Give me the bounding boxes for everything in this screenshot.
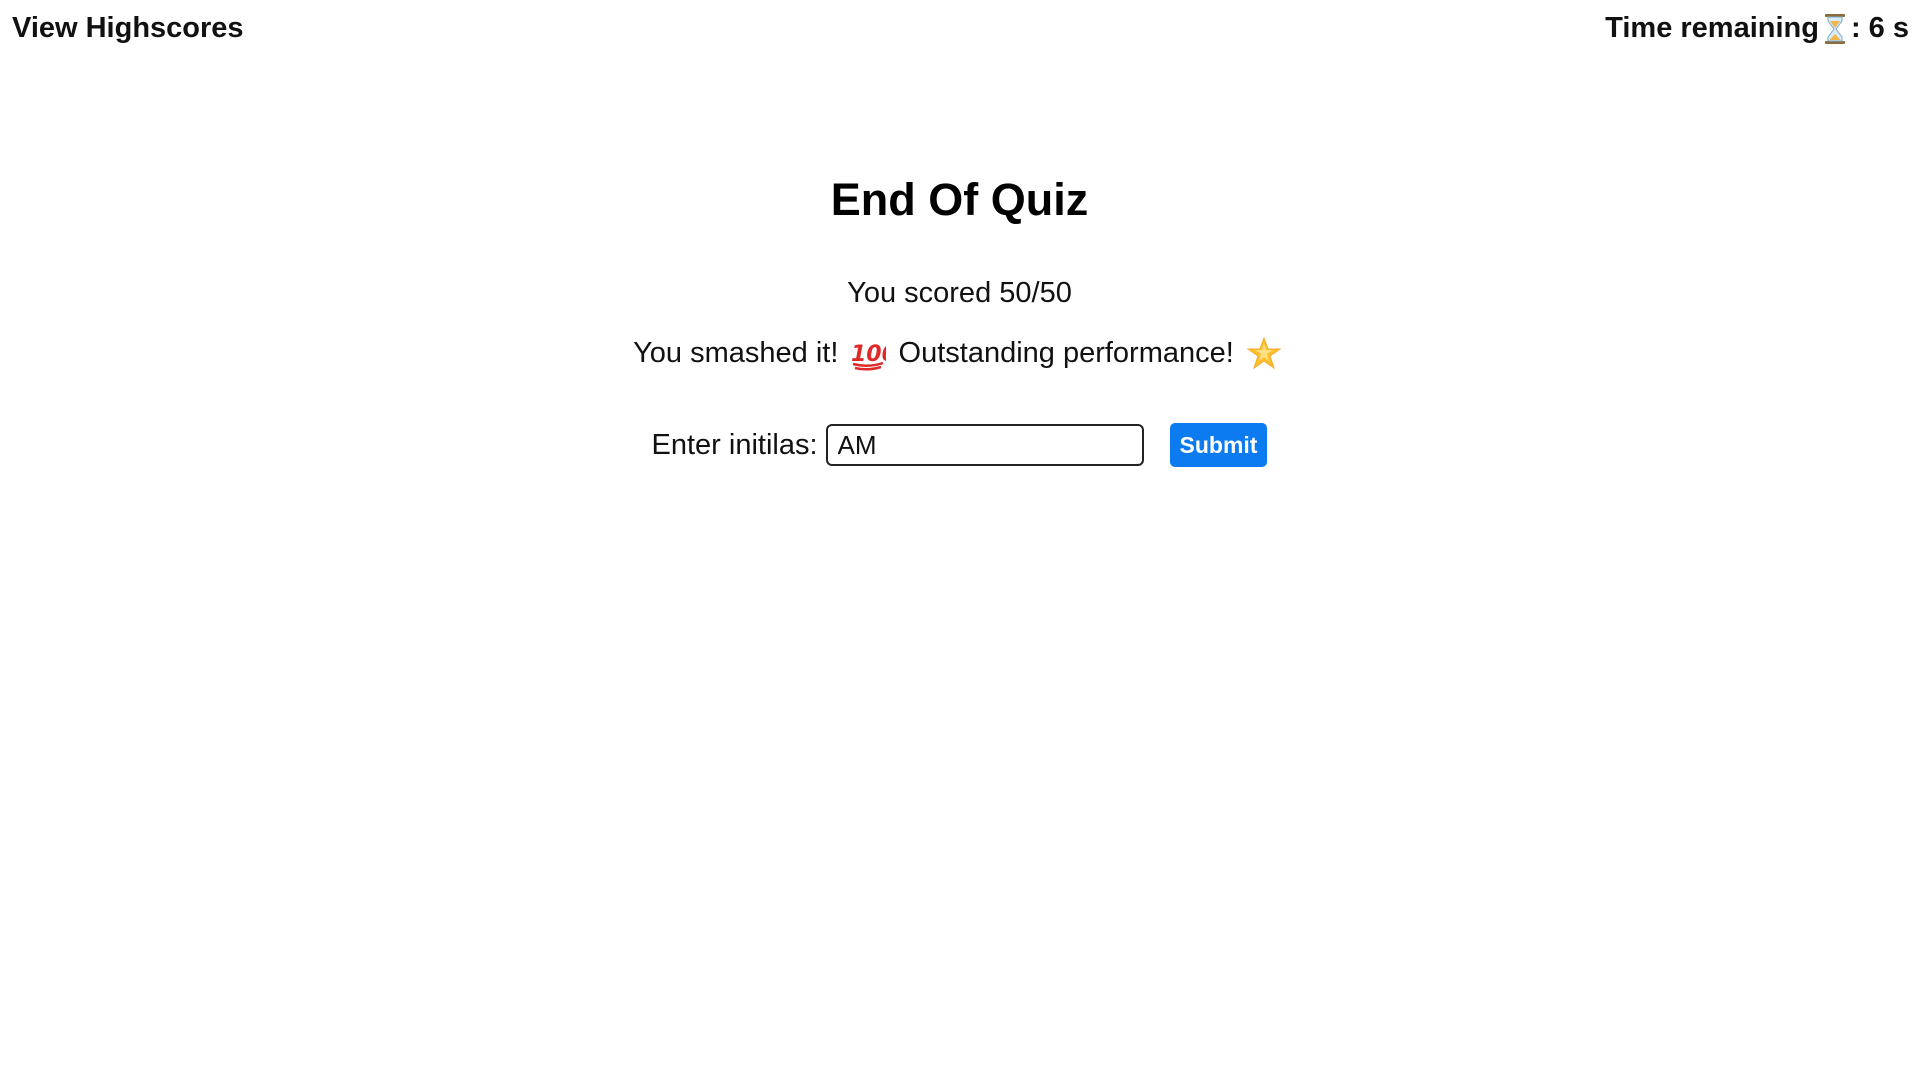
submit-button[interactable]: Submit: [1169, 423, 1268, 467]
timer: Time remaining : 6 s: [1605, 12, 1909, 45]
hundred-points-icon: 100: [851, 342, 886, 371]
end-of-quiz-panel: End Of Quiz You scored 50/50 You smashed…: [0, 165, 1919, 467]
page-title: End Of Quiz: [830, 174, 1089, 225]
timer-label: Time remaining: [1605, 12, 1819, 44]
initials-label: Enter initilas:: [651, 428, 818, 461]
view-highscores-link[interactable]: View Highscores: [12, 12, 244, 45]
initials-input[interactable]: [825, 424, 1144, 466]
initials-form: Enter initilas: Submit: [0, 423, 1919, 467]
score-text: You scored 50/50: [847, 277, 1072, 309]
message-part1: You smashed it!: [633, 337, 839, 369]
top-bar: View Highscores Time remaining : 6 s: [0, 0, 1919, 60]
performance-message: You smashed it! 100 Outstanding performa…: [0, 333, 1919, 373]
timer-value: : 6 s: [1850, 12, 1909, 44]
hourglass-icon: [1824, 13, 1845, 44]
glowing-star-icon: [1246, 336, 1282, 370]
message-part2: Outstanding performance!: [898, 337, 1234, 369]
